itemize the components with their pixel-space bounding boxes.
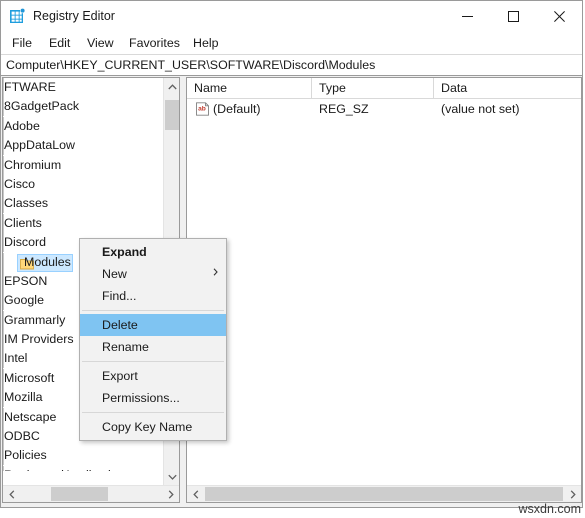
chevron-down-icon[interactable] [164, 468, 179, 485]
tree-item-registeredapplications[interactable]: RegisteredApplications [3, 465, 163, 471]
tree-item-label: Adobe [4, 118, 40, 133]
values-horizontal-scrollbar[interactable] [187, 485, 581, 502]
tree-item-appdatalow[interactable]: AppDataLow [3, 136, 163, 156]
registry-editor-icon [9, 8, 26, 25]
tree-item-classes[interactable]: Classes [3, 194, 163, 214]
tree-item-label: Clients [4, 215, 42, 230]
context-menu-separator [82, 361, 224, 362]
minimize-icon [461, 16, 473, 17]
values-column-header: Name Type Data [187, 78, 581, 99]
context-menu-item-label: Rename [102, 340, 149, 354]
tree-item-8gadgetpack[interactable]: 8GadgetPack [3, 97, 163, 117]
tree-horizontal-scroll-thumb[interactable] [51, 487, 108, 501]
tree-item-label: Netscape [4, 409, 57, 424]
registry-editor-window: Registry Editor File Edit View Favorites Hel… [0, 0, 583, 508]
tree-item-label: AppDataLow [4, 138, 75, 153]
tree-item-label: Intel [4, 351, 28, 366]
tree-item-label: ODBC [4, 429, 40, 444]
context-menu-item-export[interactable]: Export [80, 365, 226, 387]
context-menu-item-expand[interactable]: Expand [80, 241, 226, 263]
context-menu-item-label: Copy Key Name [102, 420, 193, 434]
tree-item-adobe[interactable]: Adobe [3, 116, 163, 136]
tree-horizontal-scrollbar[interactable] [3, 485, 179, 502]
context-menu-item-delete[interactable]: Delete [80, 314, 226, 336]
context-menu-item-label: Find... [102, 289, 137, 303]
menu-item-favorites[interactable]: Favorites [123, 34, 186, 52]
chevron-right-icon[interactable] [162, 486, 179, 502]
tree-item-label: RegisteredApplications [4, 466, 131, 471]
menu-bar: File Edit View Favorites Help [1, 32, 582, 54]
menu-item-file[interactable]: File [6, 34, 38, 52]
menu-item-edit[interactable]: Edit [43, 34, 76, 52]
tree-item-cisco[interactable]: Cisco [3, 174, 163, 194]
tree-vertical-scroll-thumb[interactable] [165, 100, 179, 130]
chevron-left-icon[interactable] [3, 486, 20, 502]
context-menu-item-label: Export [102, 369, 138, 383]
tree-item-label: Discord [4, 235, 46, 250]
context-menu-item-label: Delete [102, 318, 138, 332]
tree-item-label: Grammarly [4, 312, 66, 327]
menu-item-help[interactable]: Help [187, 34, 224, 52]
context-menu-item-label: Expand [102, 245, 147, 259]
context-menu[interactable]: Expand New Find... Delete Rename Export Permis… [79, 238, 227, 441]
tree-item-label: Policies [4, 448, 47, 463]
tree-item-label: IM Providers [4, 332, 74, 347]
context-menu-item-permissions[interactable]: Permissions... [80, 387, 226, 409]
context-menu-item-new[interactable]: New [80, 263, 226, 285]
close-button[interactable] [536, 1, 582, 32]
maximize-button[interactable] [490, 1, 536, 32]
tree-item-policies[interactable]: Policies [3, 446, 163, 466]
tree-item-label: Mozilla [4, 390, 43, 405]
context-menu-item-rename[interactable]: Rename [80, 336, 226, 358]
chevron-left-icon[interactable] [187, 486, 204, 502]
column-header-name[interactable]: Name [187, 78, 312, 99]
tree-item-label: EPSON [4, 273, 48, 288]
value-type: REG_SZ [319, 102, 369, 116]
value-row[interactable]: ab (Default) REG_SZ (value not set) [187, 99, 581, 119]
value-name: (Default) [213, 102, 261, 116]
values-horizontal-scroll-thumb[interactable] [205, 487, 563, 501]
chevron-right-icon [213, 263, 218, 285]
minimize-button[interactable] [444, 1, 490, 32]
context-menu-separator [82, 310, 224, 311]
registry-path-text: Computer\HKEY_CURRENT_USER\SOFTWARE\Disc… [6, 58, 376, 72]
site-watermark: wsxdn.com [518, 502, 581, 516]
tree-item-label: Cisco [4, 176, 35, 191]
tree-item-label: Modules [24, 254, 71, 269]
chevron-up-icon[interactable] [164, 78, 179, 95]
column-header-data[interactable]: Data [434, 78, 581, 99]
context-menu-item-label: New [102, 267, 127, 281]
value-data: (value not set) [441, 102, 520, 116]
registry-values-pane[interactable]: Name Type Data ab (Default) REG_SZ (value not… [186, 77, 582, 503]
tree-item-clients[interactable]: Clients [3, 213, 163, 233]
svg-text:ab: ab [198, 106, 206, 113]
values-list[interactable]: ab (Default) REG_SZ (value not set) [187, 99, 581, 485]
context-menu-item-find[interactable]: Find... [80, 285, 226, 307]
context-menu-separator [82, 412, 224, 413]
chevron-right-icon[interactable] [564, 486, 581, 502]
maximize-icon [507, 11, 519, 22]
window-title: Registry Editor [33, 9, 115, 23]
tree-item-ftware[interactable]: FTWARE [3, 78, 163, 97]
context-menu-item-label: Permissions... [102, 391, 180, 405]
address-bar[interactable]: Computer\HKEY_CURRENT_USER\SOFTWARE\Disc… [1, 54, 582, 76]
tree-item-label: Classes [4, 196, 49, 211]
tree-item-label: Google [4, 293, 44, 308]
title-bar: Registry Editor [1, 1, 582, 32]
tree-item-label: 8GadgetPack [4, 99, 80, 114]
tree-item-label: FTWARE [4, 80, 56, 94]
menu-item-view[interactable]: View [81, 34, 120, 52]
tree-item-label: Chromium [4, 157, 62, 172]
string-value-icon: ab [195, 102, 210, 116]
tree-guide-line [3, 252, 4, 272]
tree-item-chromium[interactable]: Chromium [3, 155, 163, 175]
close-icon [553, 11, 565, 22]
tree-item-label: Microsoft [4, 370, 55, 385]
context-menu-item-copykeyname[interactable]: Copy Key Name [80, 416, 226, 438]
column-header-type[interactable]: Type [312, 78, 434, 99]
